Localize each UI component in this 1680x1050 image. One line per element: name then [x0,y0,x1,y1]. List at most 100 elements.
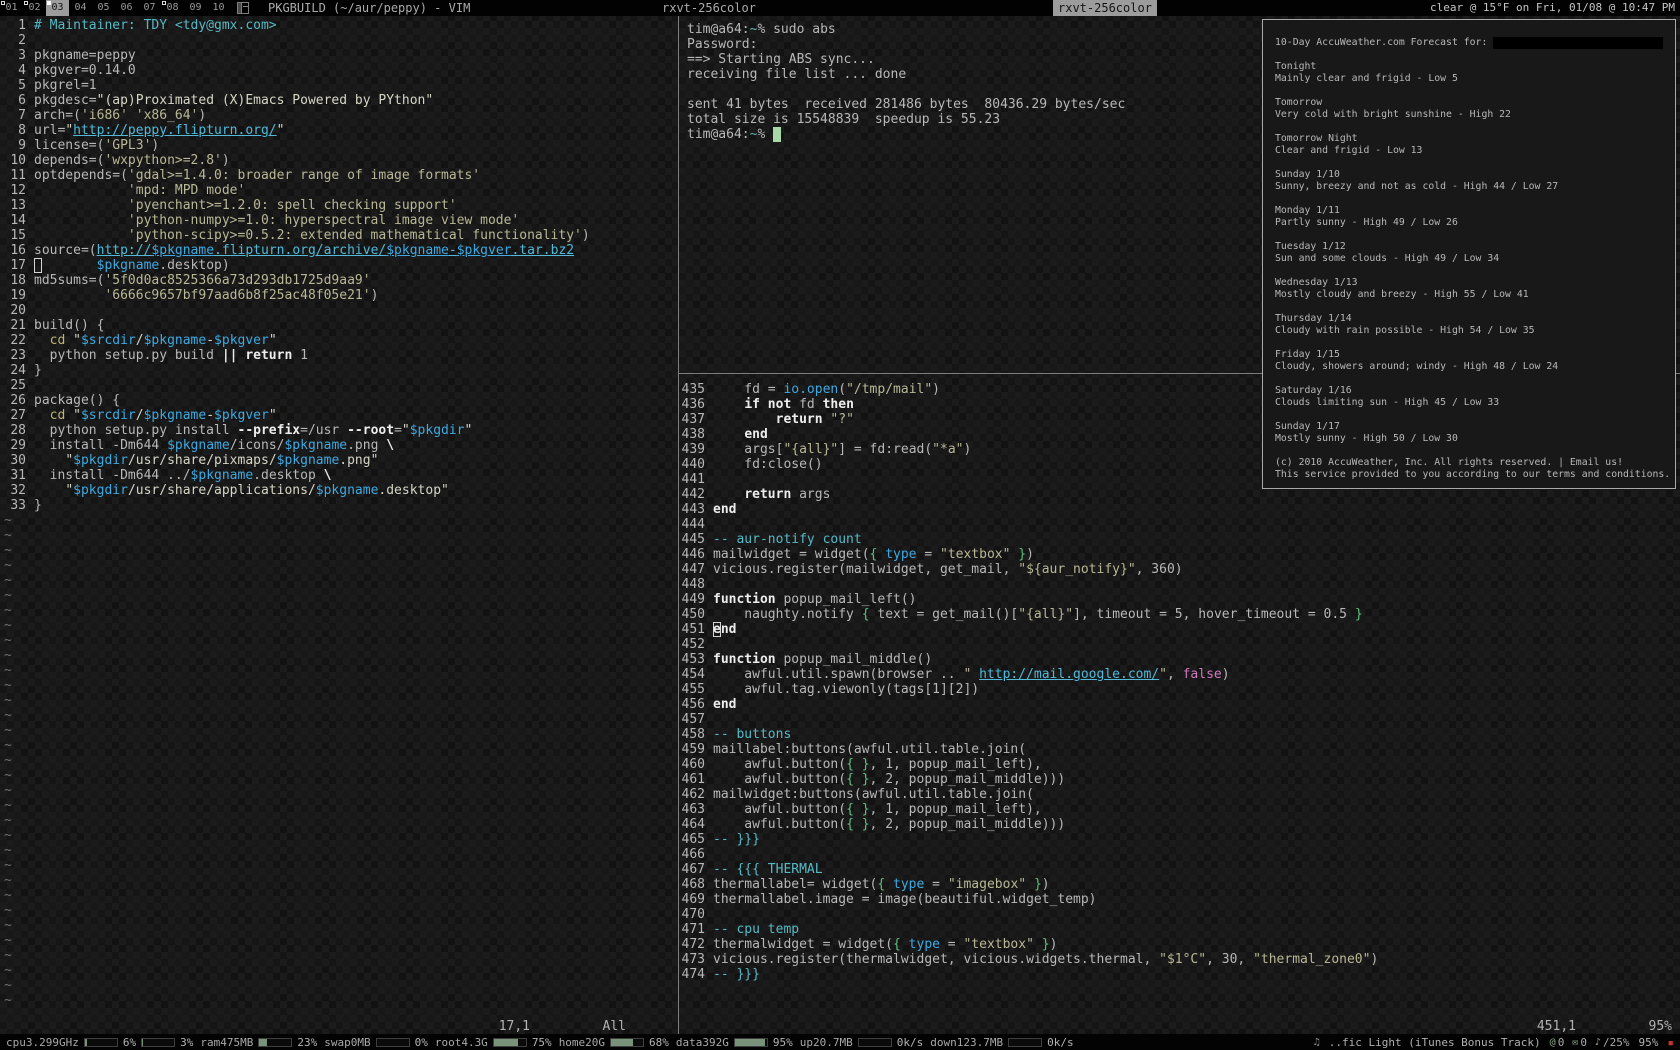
forecast-entry: TomorrowVery cold with bright sunshine -… [1275,97,1675,121]
code-line: 467-- {{{ THERMAL [681,862,1680,877]
code-line: 462mailwidget:buttons(awful.util.table.j… [681,787,1680,802]
code-line: 26package() { [2,393,634,408]
code-line: 463 awful.button({ }, 1, popup_mail_left… [681,802,1680,817]
code-line: 22 cd "$srcdir/$pkgname-$pkgver" [2,333,634,348]
vim-tilde: ~ [2,933,634,948]
forecast-desc: Clouds limiting sun - High 45 / Low 33 [1275,397,1675,409]
code-line: 14 'python-numpy>=1.0: hyperspectral ima… [2,213,634,228]
workspace-label: 05 [97,2,109,13]
forecast-entry: Saturday 1/16Clouds limiting sun - High … [1275,385,1675,409]
code-line: 474-- }}} [681,967,1680,982]
monitor-widget: data392G95% [676,1036,793,1049]
cursor-position: 451,1 [1537,1019,1576,1034]
taskbar-item-vim[interactable]: PKGBUILD (~/aur/peppy) - VIM [268,0,470,16]
code-line: 459maillabel:buttons(awful.util.table.jo… [681,742,1680,757]
workspace-01[interactable]: 01 [0,0,23,16]
code-line: 466 [681,847,1680,862]
code-line: 23 python setup.py build || return 1 [2,348,634,363]
volume-indicator[interactable]: ♪/25% [1595,1036,1630,1049]
indicator-group: @0 ✉0 ♪/25% [1550,1036,1630,1049]
vim-tilde: ~ [2,963,634,978]
at-indicator-value: 0 [1558,1036,1565,1049]
forecast-desc: Clear and frigid - Low 13 [1275,145,1675,157]
vim-editor-pkgbuild[interactable]: 1# Maintainer: TDY <tdy@gmx.com>23pkgnam… [0,16,634,1034]
tag-occupied-indicator [162,1,166,5]
workspace-label: 04 [74,2,86,13]
monitor-value: 0k/s [897,1036,924,1049]
workspace-label: 01 [5,2,17,13]
mail-indicator-value: 0 [1580,1036,1587,1049]
vim-tilde: ~ [2,573,634,588]
code-line: 470 [681,907,1680,922]
weather-title: 10-Day AccuWeather.com Forecast for: [1275,37,1487,48]
monitor-widget: root4.3G75% [435,1036,552,1049]
forecast-day: Sunday 1/10 [1275,169,1675,181]
vim-tilde: ~ [2,948,634,963]
code-line: 473vicious.register(thermalwidget, vicio… [681,952,1680,967]
code-line: 31 install -Dm644 ../$pkgname.desktop \ [2,468,634,483]
meter-bar [858,1038,892,1047]
code-line: 465-- }}} [681,832,1680,847]
now-playing[interactable]: ..fic Light (iTunes Bonus Track) [1329,1036,1541,1049]
vim-tilde: ~ [2,738,634,753]
code-line: 10depends=('wxpython>=2.8') [2,153,634,168]
vim-tilde: ~ [2,588,634,603]
vim-tilde: ~ [2,603,634,618]
monitor-value: 23% [297,1036,317,1049]
taskbar-item-rxvt-2-focused[interactable]: rxvt-256color [1053,0,1157,16]
forecast-entry: Wednesday 1/13Mostly cloudy and breezy -… [1275,277,1675,301]
workspace-07[interactable]: 07 [138,0,161,16]
vim-tilde: ~ [2,888,634,903]
vim-tilde: ~ [2,663,634,678]
layout-icon-stack [243,3,248,7]
monitor-value: 68% [649,1036,669,1049]
code-line: 9license=('GPL3') [2,138,634,153]
vim-tilde: ~ [2,648,634,663]
vim-tilde: ~ [2,978,634,993]
workspace-06[interactable]: 06 [115,0,138,16]
taskbar-item-rxvt-1[interactable]: rxvt-256color [662,0,756,16]
code-line: 451end [681,622,1680,637]
workspace-09[interactable]: 09 [184,0,207,16]
forecast-entry: TonightMainly clear and frigid - Low 5 [1275,61,1675,85]
meter-bar [258,1038,292,1047]
code-line: 458-- buttons [681,727,1680,742]
meter-bar [493,1038,527,1047]
vim-tilde: ~ [2,633,634,648]
code-line: 3pkgname=peppy [2,48,634,63]
weather-popup[interactable]: 10-Day AccuWeather.com Forecast for: Ton… [1262,19,1676,489]
code-line: 11optdepends=('gdal>=1.4.0: broader rang… [2,168,634,183]
status-bar-right: ♫ ..fic Light (iTunes Bonus Track) @0 ✉0 ♪… [1314,1036,1674,1049]
mail-indicator[interactable]: ✉0 [1572,1036,1587,1049]
workspace-02[interactable]: 02 [23,0,46,16]
vim-ruler: 451,1 95% [679,1019,1680,1034]
code-line: 18md5sums=('5f0d0ac8525366a73d293db1725d… [2,273,634,288]
workspace-10[interactable]: 10 [207,0,230,16]
at-indicator[interactable]: @0 [1550,1036,1565,1049]
taglist: 01 0203 04 05 0607080910 [0,0,230,16]
vim-tilde: ~ [2,678,634,693]
code-line: 445-- aur-notify count [681,532,1680,547]
meter-bar [141,1038,175,1047]
workspace-08[interactable]: 08 [161,0,184,16]
workspace-04[interactable]: 04 [69,0,92,16]
layout-icon[interactable] [237,2,249,14]
code-line: 464 awful.button({ }, 2, popup_mail_midd… [681,817,1680,832]
vim-tilde: ~ [2,993,634,1008]
forecast-day: Monday 1/11 [1275,205,1675,217]
tag-occupied-indicator [47,1,51,5]
vim-tilde: ~ [2,708,634,723]
battery-alert-icon: ▪ [1667,1036,1674,1049]
music-player-icon[interactable]: ♫ [1314,1037,1320,1048]
forecast-entry: Tomorrow NightClear and frigid - Low 13 [1275,133,1675,157]
code-line: 446mailwidget = widget({ type = "textbox… [681,547,1680,562]
code-line: 449function popup_mail_left() [681,592,1680,607]
code-line: 16source=(http://$pkgname.flipturn.org/a… [2,243,634,258]
forecast-desc: Mainly clear and frigid - Low 5 [1275,73,1675,85]
weather-copyright: (c) 2010 AccuWeather, Inc. All rights re… [1275,457,1675,469]
forecast-day: Tomorrow [1275,97,1675,109]
vim-left-buffer: 1# Maintainer: TDY <tdy@gmx.com>23pkgnam… [2,18,634,1008]
workspace-05[interactable]: 05 [92,0,115,16]
cursor-position: 17,1 [499,1019,530,1034]
workspace-03[interactable]: 03 [46,0,69,16]
